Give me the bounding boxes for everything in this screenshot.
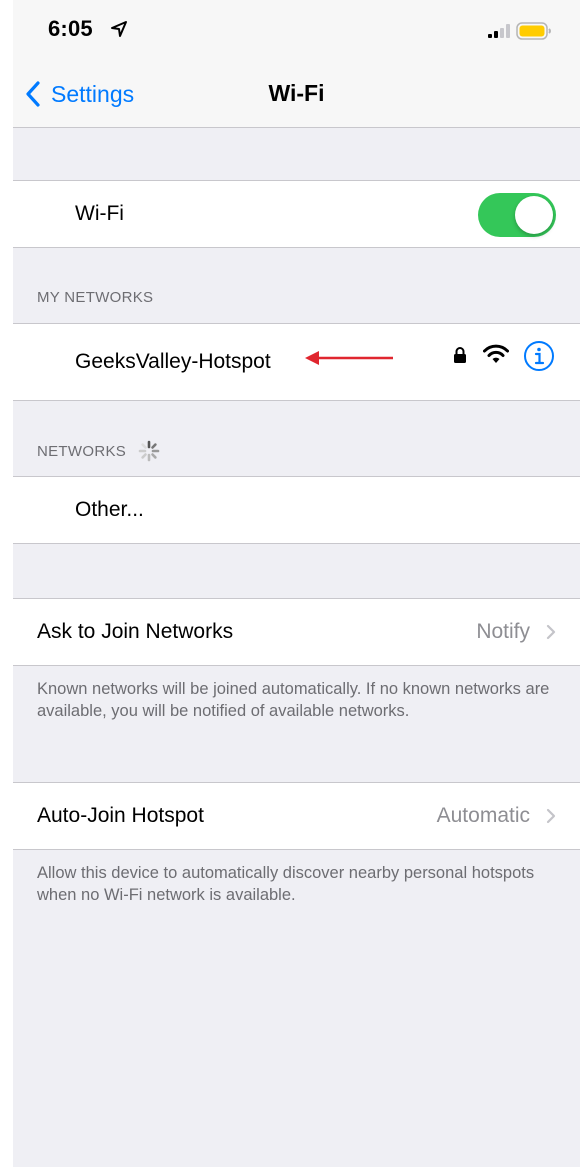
ask-to-join-group: Ask to Join Networks Notify [13, 598, 580, 666]
ask-to-join-footer: Known networks will be joined automatica… [37, 680, 550, 720]
toggle-knob [515, 196, 553, 234]
wifi-toggle-label: Wi-Fi [75, 202, 124, 225]
wifi-settings-screen: 6:05 Wi-Fi Settings Wi-Fi MY NETWORKS Ge… [13, 0, 580, 1167]
status-bar: 6:05 [13, 0, 580, 60]
other-network-label: Other... [75, 498, 144, 521]
lock-icon [454, 347, 466, 363]
networks-group: Other... [13, 476, 580, 544]
wifi-toggle-row: Wi-Fi [13, 181, 580, 247]
chevron-right-icon [546, 624, 556, 640]
battery-icon [516, 22, 551, 40]
network-row[interactable]: GeeksValley-Hotspot [13, 324, 580, 400]
ask-to-join-value-wrap: Notify [476, 599, 556, 665]
status-time: 6:05 [48, 16, 93, 41]
signal-icon [488, 24, 510, 38]
networks-header: NETWORKS [37, 440, 160, 462]
ask-to-join-value: Notify [476, 620, 530, 643]
auto-join-row[interactable]: Auto-Join Hotspot Automatic [13, 783, 580, 849]
my-networks-header: MY NETWORKS [37, 289, 154, 306]
back-button-label: Settings [51, 80, 135, 107]
wifi-toggle-switch[interactable] [478, 193, 556, 237]
red-arrow-icon [305, 351, 393, 365]
auto-join-value-wrap: Automatic [437, 783, 556, 849]
chevron-right-icon [546, 808, 556, 824]
networks-header-label: NETWORKS [37, 442, 127, 460]
other-network-row[interactable]: Other... [13, 477, 580, 543]
auto-join-label: Auto-Join Hotspot [37, 804, 204, 827]
my-networks-group: GeeksValley-Hotspot [13, 323, 580, 401]
ask-to-join-label: Ask to Join Networks [37, 620, 234, 643]
chevron-left-icon [26, 81, 40, 107]
auto-join-value: Automatic [436, 804, 530, 827]
auto-join-footer: Allow this device to automatically disco… [37, 864, 535, 904]
wifi-toggle-group: Wi-Fi [13, 180, 580, 248]
auto-join-group: Auto-Join Hotspot Automatic [13, 782, 580, 850]
back-button[interactable]: Settings [25, 76, 134, 112]
info-icon[interactable] [523, 340, 555, 372]
wifi-icon [483, 344, 509, 363]
location-arrow-icon [111, 21, 127, 37]
ask-to-join-row[interactable]: Ask to Join Networks Notify [13, 599, 580, 665]
network-name: GeeksValley-Hotspot [75, 350, 271, 373]
spinner-icon [138, 440, 160, 462]
navigation-bar: Wi-Fi Settings [13, 60, 580, 128]
